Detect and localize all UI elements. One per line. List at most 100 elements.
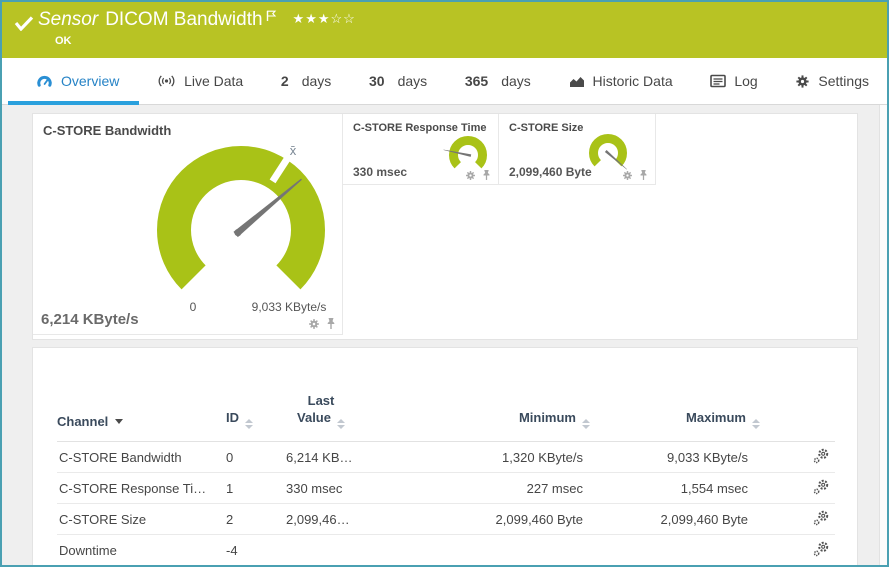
tab-2-days-word: days <box>302 73 332 89</box>
sort-desc-icon <box>115 419 123 424</box>
column-header-channel[interactable]: Channel <box>57 378 226 442</box>
tab-30-days[interactable]: 30 days <box>363 58 433 104</box>
gauge-settings-gear-icon[interactable] <box>308 318 320 330</box>
tab-2-days-number: 2 <box>281 73 289 89</box>
gear-icon <box>795 74 810 89</box>
channel-id-cell: 1 <box>226 473 286 504</box>
column-header-minimum[interactable]: Minimum <box>470 378 590 442</box>
tab-365-days-number: 365 <box>465 73 488 89</box>
log-list-icon <box>710 74 726 88</box>
sort-icons <box>752 419 760 429</box>
maximum-cell: 2,099,460 Byte <box>590 504 760 535</box>
sort-icons <box>337 419 345 429</box>
last-value-cell: 6,214 KB… <box>286 442 470 473</box>
tab-30-days-number: 30 <box>369 73 385 89</box>
column-header-id[interactable]: ID <box>226 378 286 442</box>
priority-stars[interactable]: ★★★☆☆ <box>293 12 356 25</box>
gauge-current-value: 6,214 KByte/s <box>41 311 139 328</box>
column-label: Maximum <box>686 410 746 425</box>
average-marker-label: x̄ <box>290 143 297 158</box>
column-label-line1: Last <box>286 392 356 409</box>
object-kind-label: Sensor <box>38 9 98 31</box>
table-row[interactable]: C-STORE Response Ti… 1 330 msec 227 msec… <box>57 473 835 504</box>
gauge-icon <box>36 73 53 89</box>
column-label: Minimum <box>519 410 576 425</box>
channel-settings-gears-icon[interactable] <box>813 540 830 557</box>
gauge-current-value: 330 msec <box>353 165 407 179</box>
channel-settings-gears-icon[interactable] <box>813 509 830 526</box>
live-data-icon <box>157 74 176 88</box>
gauge-settings-gear-icon[interactable] <box>622 170 633 181</box>
gauges-panel: C-STORE Bandwidth x̄ 0 9,033 KByte/s 6,2… <box>32 113 858 340</box>
tab-365-days-word: days <box>501 73 531 89</box>
channel-id-cell: 2 <box>226 504 286 535</box>
tab-bar: Overview Live Data 2 days 30 days 365 da… <box>2 58 887 105</box>
app-window: Sensor DICOM Bandwidth ★★★☆☆ OK Overview <box>0 0 889 567</box>
minimum-cell <box>470 535 590 566</box>
pin-icon[interactable] <box>326 317 336 330</box>
sort-icons <box>582 419 590 429</box>
column-header-maximum[interactable]: Maximum <box>590 378 760 442</box>
channel-id-cell: -4 <box>226 535 286 566</box>
channel-name-cell[interactable]: C-STORE Size <box>57 504 226 535</box>
tab-historic-data[interactable]: Historic Data <box>563 58 679 104</box>
sensor-status-badge: OK <box>55 35 72 47</box>
minimum-cell: 2,099,460 Byte <box>470 504 590 535</box>
gauge-scale-max: 9,033 KByte/s <box>228 300 350 314</box>
gauge-tile-size[interactable]: C-STORE Size 2,099,460 Byte <box>499 114 656 185</box>
maximum-cell <box>590 535 760 566</box>
channel-settings-gears-icon[interactable] <box>813 478 830 495</box>
last-value-cell: 2,099,46… <box>286 504 470 535</box>
tab-overview[interactable]: Overview <box>30 58 125 104</box>
tab-365-days[interactable]: 365 days <box>459 58 537 104</box>
column-label: ID <box>226 410 239 425</box>
stars-empty: ☆☆ <box>331 11 356 26</box>
gauge-title: C-STORE Size <box>509 122 583 134</box>
tab-settings-label: Settings <box>818 73 869 89</box>
bandwidth-gauge: x̄ <box>146 130 336 320</box>
flag-icon[interactable] <box>266 10 277 22</box>
table-header-row: Channel ID Last Value Minimum <box>57 378 835 442</box>
gauge-scale-min: 0 <box>177 300 209 314</box>
channel-id-cell: 0 <box>226 442 286 473</box>
table-row[interactable]: Downtime -4 <box>57 535 835 566</box>
gauge-settings-gear-icon[interactable] <box>465 170 476 181</box>
gauge-current-value: 2,099,460 Byte <box>509 165 592 179</box>
maximum-cell: 9,033 KByte/s <box>590 442 760 473</box>
tab-overview-label: Overview <box>61 73 119 89</box>
column-header-actions <box>760 378 835 442</box>
pin-icon[interactable] <box>482 169 491 181</box>
gauge-tile-bandwidth[interactable]: C-STORE Bandwidth x̄ 0 9,033 KByte/s 6,2… <box>33 114 343 335</box>
tab-live-data[interactable]: Live Data <box>151 58 249 104</box>
tab-log-label: Log <box>734 73 757 89</box>
gauge-tile-response-time[interactable]: C-STORE Response Time 330 msec <box>343 114 499 185</box>
channels-panel: Channel ID Last Value Minimum <box>32 347 858 565</box>
channel-name-cell[interactable]: Downtime <box>57 535 226 566</box>
channel-settings-gears-icon[interactable] <box>813 447 830 464</box>
pin-icon[interactable] <box>639 169 648 181</box>
channel-name-cell[interactable]: C-STORE Response Ti… <box>57 473 226 504</box>
minimum-cell: 227 msec <box>470 473 590 504</box>
table-row[interactable]: C-STORE Bandwidth 0 6,214 KB… 1,320 KByt… <box>57 442 835 473</box>
tab-30-days-word: days <box>398 73 428 89</box>
overview-page: C-STORE Bandwidth x̄ 0 9,033 KByte/s 6,2… <box>2 105 887 565</box>
tab-historic-data-label: Historic Data <box>593 73 673 89</box>
tab-log[interactable]: Log <box>704 58 763 104</box>
tab-2-days[interactable]: 2 days <box>275 58 337 104</box>
channel-name-cell[interactable]: C-STORE Bandwidth <box>57 442 226 473</box>
area-chart-icon <box>569 74 585 88</box>
sensor-title: Sensor DICOM Bandwidth ★★★☆☆ <box>38 9 356 31</box>
table-row[interactable]: C-STORE Size 2 2,099,46… 2,099,460 Byte … <box>57 504 835 535</box>
sensor-banner: Sensor DICOM Bandwidth ★★★☆☆ OK <box>2 2 887 58</box>
last-value-cell: 330 msec <box>286 473 470 504</box>
column-header-last-value[interactable]: Last Value <box>286 378 470 442</box>
scrollbar-track[interactable] <box>879 105 887 565</box>
column-label: Channel <box>57 414 108 429</box>
minimum-cell: 1,320 KByte/s <box>470 442 590 473</box>
tab-live-data-label: Live Data <box>184 73 243 89</box>
tab-settings[interactable]: Settings <box>789 58 875 104</box>
channels-table: Channel ID Last Value Minimum <box>57 378 835 566</box>
last-value-cell <box>286 535 470 566</box>
stars-filled: ★★★ <box>293 11 331 26</box>
maximum-cell: 1,554 msec <box>590 473 760 504</box>
